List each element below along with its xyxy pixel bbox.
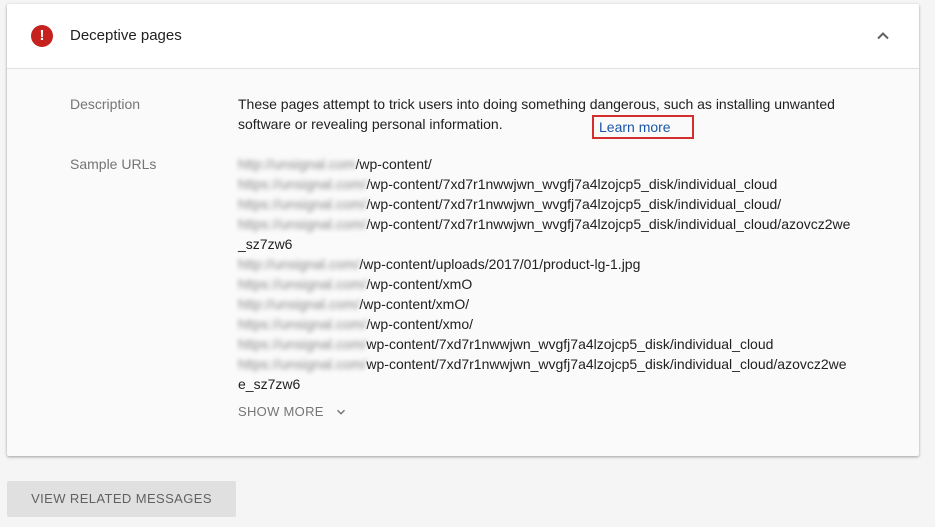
chevron-up-icon[interactable] xyxy=(871,24,895,48)
url-item: http://unsignal.com//wp-content/uploads/… xyxy=(238,254,898,274)
url-path: /wp-content/uploads/2017/01/product-lg-1… xyxy=(359,256,641,272)
url-item: e_sz7zw6 xyxy=(238,374,898,394)
sample-urls-list: http://unsignal.com/wp-content/ https://… xyxy=(238,154,898,394)
url-path: /wp-content/7xd7r1nwwjwn_wvgfj7a4lzojcp5… xyxy=(366,216,851,232)
url-item: https://unsignal.com//wp-content/7xd7r1n… xyxy=(238,174,898,194)
url-host-blurred: http://unsignal.com xyxy=(238,156,356,172)
url-host-blurred: https://unsignal.com/ xyxy=(238,336,367,352)
url-path: wp-content/7xd7r1nwwjwn_wvgfj7a4lzojcp5_… xyxy=(366,336,774,352)
description-text: These pages attempt to trick users into … xyxy=(238,94,838,134)
url-path: /wp-content/7xd7r1nwwjwn_wvgfj7a4lzojcp5… xyxy=(366,176,778,192)
url-item: https://unsignal.com/wp-content/7xd7r1nw… xyxy=(238,354,898,374)
show-more-button[interactable]: SHOW MORE xyxy=(238,402,348,422)
url-host-blurred: https://unsignal.com/ xyxy=(238,196,367,212)
url-item: https://unsignal.com//wp-content/7xd7r1n… xyxy=(238,214,898,234)
issue-title: Deceptive pages xyxy=(70,27,182,44)
url-host-blurred: https://unsignal.com/ xyxy=(238,356,367,372)
sample-urls-label: Sample URLs xyxy=(70,156,157,172)
url-path: /wp-content/7xd7r1nwwjwn_wvgfj7a4lzojcp5… xyxy=(366,196,782,212)
url-path: /wp-content/xmO xyxy=(366,276,473,292)
description-label: Description xyxy=(70,96,141,112)
issue-header[interactable]: ! Deceptive pages xyxy=(7,4,919,69)
url-host-blurred: https://unsignal.com/ xyxy=(238,216,367,232)
show-more-label: SHOW MORE xyxy=(238,404,324,419)
description-body: These pages attempt to trick users into … xyxy=(238,96,835,132)
view-related-messages-button[interactable]: VIEW RELATED MESSAGES xyxy=(7,481,236,517)
url-path: e_sz7zw6 xyxy=(238,376,301,392)
url-host-blurred: https://unsignal.com/ xyxy=(238,176,367,192)
url-item: https://unsignal.com//wp-content/xmO xyxy=(238,274,898,294)
url-host-blurred: https://unsignal.com/ xyxy=(238,276,367,292)
url-host-blurred: http://unsignal.com/ xyxy=(238,256,360,272)
error-icon: ! xyxy=(31,25,53,47)
url-host-blurred: https://unsignal.com/ xyxy=(238,316,367,332)
url-item: https://unsignal.com//wp-content/xmo/ xyxy=(238,314,898,334)
url-item: http://unsignal.com/wp-content/ xyxy=(238,154,898,174)
learn-more-link[interactable]: Learn more xyxy=(592,115,694,139)
url-item: _sz7zw6 xyxy=(238,234,898,254)
url-item: http://unsignal.com//wp-content/xmO/ xyxy=(238,294,898,314)
url-path: _sz7zw6 xyxy=(238,236,293,252)
chevron-down-icon xyxy=(336,409,345,415)
url-item: https://unsignal.com//wp-content/7xd7r1n… xyxy=(238,194,898,214)
url-item: https://unsignal.com/wp-content/7xd7r1nw… xyxy=(238,334,898,354)
url-host-blurred: http://unsignal.com/ xyxy=(238,296,360,312)
issue-card: ! Deceptive pages Description These page… xyxy=(7,4,919,456)
url-path: /wp-content/xmO/ xyxy=(359,296,470,312)
url-path: /wp-content/ xyxy=(355,156,432,172)
url-path: /wp-content/xmo/ xyxy=(366,316,474,332)
url-path: wp-content/7xd7r1nwwjwn_wvgfj7a4lzojcp5_… xyxy=(366,356,847,372)
